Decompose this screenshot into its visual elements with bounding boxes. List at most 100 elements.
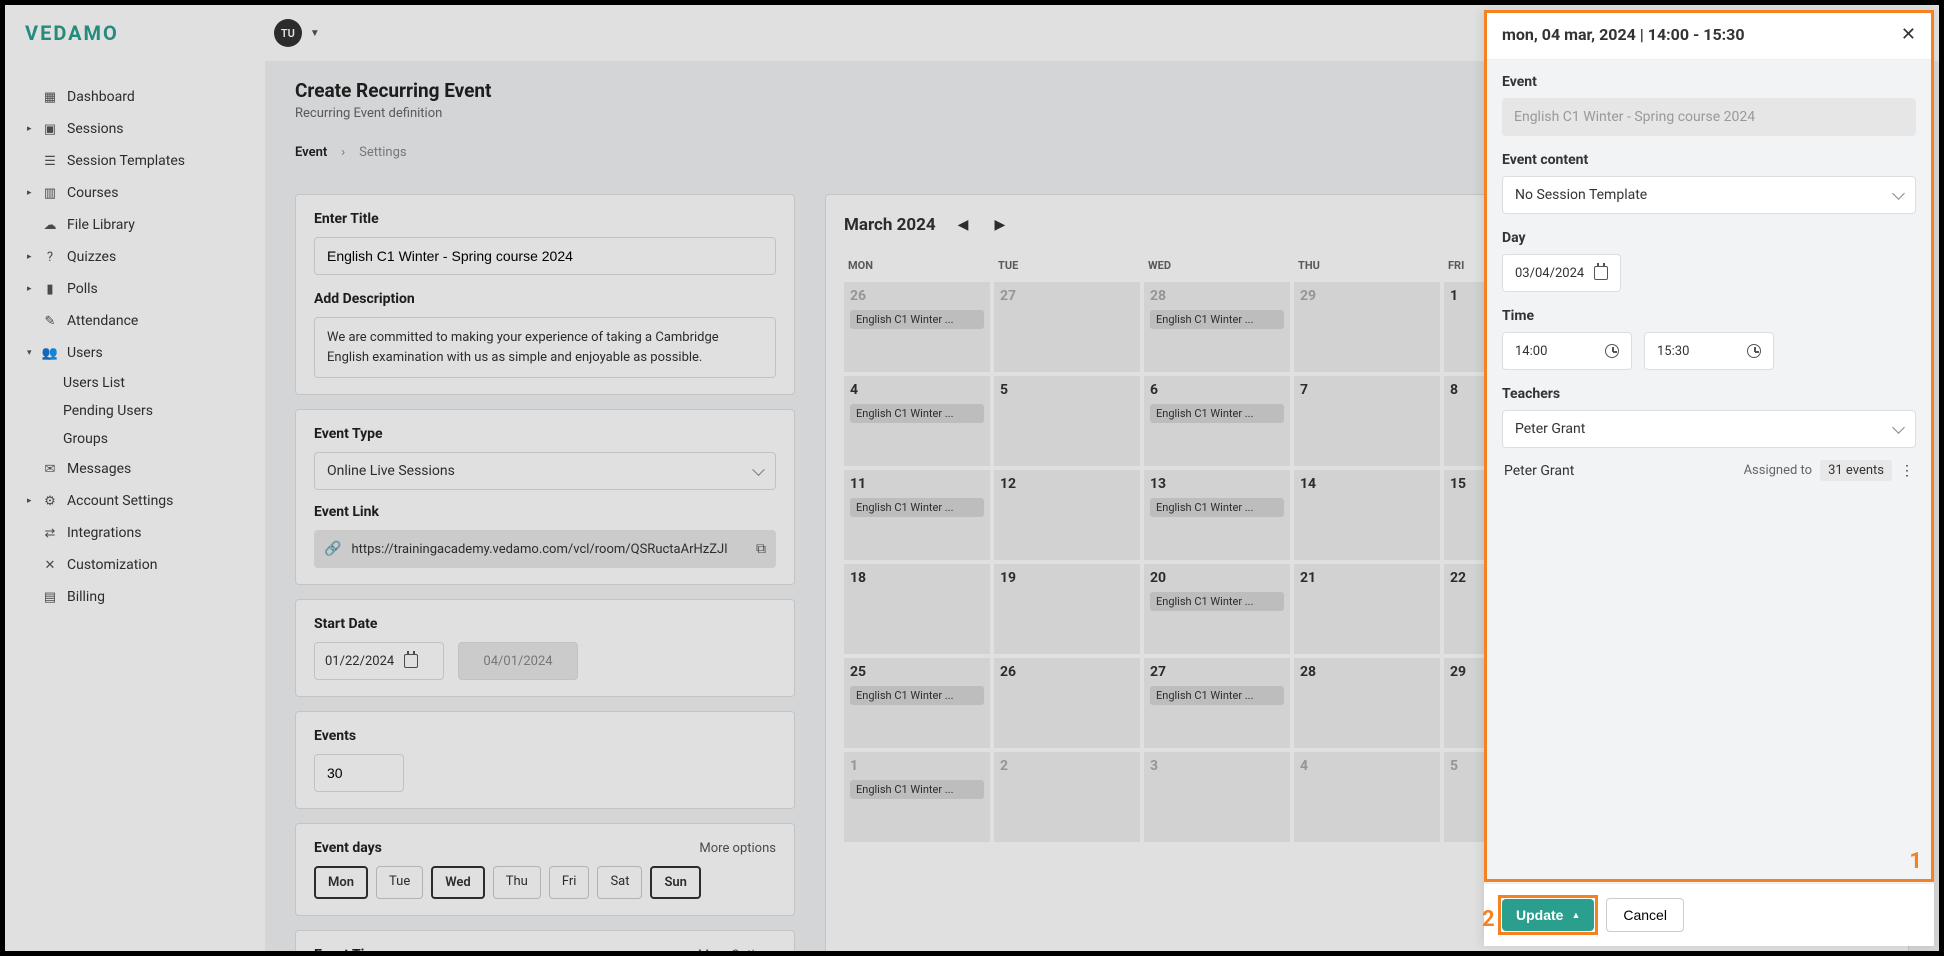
chevron-icon: ▸ [27, 496, 37, 506]
sidebar-item-attendance[interactable]: ✎Attendance [15, 305, 255, 337]
sidebar-item-session-templates[interactable]: ☰Session Templates [15, 145, 255, 177]
nav-icon: ▦ [41, 90, 59, 105]
calendar-cell[interactable]: 26English C1 Winter ... [844, 282, 990, 372]
calendar-cell[interactable]: 27English C1 Winter ... [1144, 658, 1290, 748]
start-date-input[interactable]: 01/22/2024 [314, 642, 444, 680]
day-chip-mon[interactable]: Mon [314, 866, 368, 899]
event-link-field: 🔗 https://trainingacademy.vedamo.com/vcl… [314, 530, 776, 568]
calendar-cell[interactable]: 11English C1 Winter ... [844, 470, 990, 560]
calendar-cell[interactable]: 14 [1294, 470, 1440, 560]
more-options-link-2[interactable]: More Options [698, 948, 776, 952]
clock-icon [1747, 344, 1761, 358]
calendar-day-number: 3 [1150, 758, 1284, 774]
calendar-next-icon[interactable]: ▶ [990, 213, 1009, 237]
sidebar-item-quizzes[interactable]: ▸?Quizzes [15, 241, 255, 273]
calendar-cell[interactable]: 3 [1144, 752, 1290, 842]
calendar-event-chip[interactable]: English C1 Winter ... [1150, 498, 1284, 517]
sidebar-item-customization[interactable]: ✕Customization [15, 549, 255, 581]
chevron-icon: ▸ [27, 252, 37, 262]
nav-icon: ⚙ [41, 494, 59, 509]
sidebar-subitem-pending-users[interactable]: Pending Users [15, 397, 255, 425]
close-icon[interactable]: ✕ [1901, 24, 1916, 45]
sidebar-item-account-settings[interactable]: ▸⚙Account Settings [15, 485, 255, 517]
sidebar-item-users[interactable]: ▾👥Users [15, 337, 255, 369]
sidebar-subitem-users-list[interactable]: Users List [15, 369, 255, 397]
calendar-prev-icon[interactable]: ◀ [954, 213, 973, 237]
calendar-event-chip[interactable]: English C1 Winter ... [850, 404, 984, 423]
sidebar-item-messages[interactable]: ✉Messages [15, 453, 255, 485]
panel-teacher-select[interactable]: Peter Grant [1502, 410, 1916, 448]
update-button[interactable]: Update ▲ [1502, 899, 1594, 931]
sidebar-item-sessions[interactable]: ▸▣Sessions [15, 113, 255, 145]
avatar-caret-icon[interactable]: ▼ [310, 28, 320, 39]
sidebar-item-billing[interactable]: ▤Billing [15, 581, 255, 613]
calendar-cell[interactable]: 1English C1 Winter ... [844, 752, 990, 842]
calendar-cell[interactable]: 7 [1294, 376, 1440, 466]
day-chip-tue[interactable]: Tue [376, 866, 423, 899]
more-icon[interactable]: ⋮ [1900, 463, 1914, 479]
calendar-event-chip[interactable]: English C1 Winter ... [1150, 310, 1284, 329]
calendar-cell[interactable]: 28 [1294, 658, 1440, 748]
panel-time-end[interactable]: 15:30 [1644, 332, 1774, 370]
calendar-cell[interactable]: 27 [994, 282, 1140, 372]
avatar[interactable]: TU [274, 19, 302, 47]
sidebar-item-polls[interactable]: ▸▮Polls [15, 273, 255, 305]
events-count-input[interactable] [314, 754, 404, 792]
calendar-cell[interactable]: 18 [844, 564, 990, 654]
calendar-cell[interactable]: 19 [994, 564, 1140, 654]
calendar-cell[interactable]: 13English C1 Winter ... [1144, 470, 1290, 560]
calendar-cell[interactable]: 5 [994, 376, 1140, 466]
calendar-cell[interactable]: 4 [1294, 752, 1440, 842]
day-chip-thu[interactable]: Thu [493, 866, 541, 899]
calendar-dow: MON [844, 253, 990, 278]
days-row: MonTueWedThuFriSatSun [314, 866, 776, 899]
calendar-event-chip[interactable]: English C1 Winter ... [850, 686, 984, 705]
annotation-2: 2 [1482, 907, 1495, 932]
link-icon: 🔗 [324, 541, 341, 557]
calendar-cell[interactable]: 12 [994, 470, 1140, 560]
sidebar-item-label: Users [67, 345, 103, 361]
cancel-button[interactable]: Cancel [1606, 898, 1684, 932]
panel-content-select[interactable]: No Session Template [1502, 176, 1916, 214]
copy-icon[interactable]: ⧉ [756, 541, 766, 557]
title-input[interactable] [314, 237, 776, 275]
sidebar-item-label: Sessions [67, 121, 124, 137]
clock-icon [1605, 344, 1619, 358]
update-button-label: Update [1516, 907, 1563, 923]
calendar-cell[interactable]: 20English C1 Winter ... [1144, 564, 1290, 654]
day-chip-sat[interactable]: Sat [597, 866, 642, 899]
assigned-count-badge: 31 events [1820, 460, 1892, 481]
calendar-day-number: 4 [850, 382, 984, 398]
panel-time-start[interactable]: 14:00 [1502, 332, 1632, 370]
description-input[interactable]: We are committed to making your experien… [314, 317, 776, 378]
day-chip-wed[interactable]: Wed [431, 866, 485, 899]
nav-icon: ⇄ [41, 526, 59, 541]
calendar-cell[interactable]: 21 [1294, 564, 1440, 654]
calendar-cell[interactable]: 26 [994, 658, 1140, 748]
calendar-event-chip[interactable]: English C1 Winter ... [850, 310, 984, 329]
breadcrumb-settings[interactable]: Settings [359, 145, 406, 160]
calendar-cell[interactable]: 6English C1 Winter ... [1144, 376, 1290, 466]
calendar-cell[interactable]: 25English C1 Winter ... [844, 658, 990, 748]
calendar-cell[interactable]: 29 [1294, 282, 1440, 372]
calendar-event-chip[interactable]: English C1 Winter ... [1150, 686, 1284, 705]
calendar-cell[interactable]: 2 [994, 752, 1140, 842]
event-type-select[interactable]: Online Live Sessions [314, 452, 776, 490]
sidebar-item-dashboard[interactable]: ▦Dashboard [15, 81, 255, 113]
sidebar-subitem-groups[interactable]: Groups [15, 425, 255, 453]
sidebar-item-file-library[interactable]: ☁File Library [15, 209, 255, 241]
sidebar-item-integrations[interactable]: ⇄Integrations [15, 517, 255, 549]
panel-title: mon, 04 mar, 2024 | 14:00 - 15:30 [1502, 25, 1745, 44]
calendar-cell[interactable]: 4 English C1 Winter ... [844, 376, 990, 466]
calendar-event-chip[interactable]: English C1 Winter ... [850, 780, 984, 799]
calendar-event-chip[interactable]: English C1 Winter ... [850, 498, 984, 517]
breadcrumb-event[interactable]: Event [295, 145, 327, 160]
sidebar-item-courses[interactable]: ▸▥Courses [15, 177, 255, 209]
calendar-event-chip[interactable]: English C1 Winter ... [1150, 404, 1284, 423]
more-options-link[interactable]: More options [699, 841, 776, 856]
calendar-cell[interactable]: 28English C1 Winter ... [1144, 282, 1290, 372]
panel-day-input[interactable]: 03/04/2024 [1502, 254, 1621, 292]
day-chip-sun[interactable]: Sun [650, 866, 700, 899]
day-chip-fri[interactable]: Fri [549, 866, 590, 899]
calendar-event-chip[interactable]: English C1 Winter ... [1150, 592, 1284, 611]
